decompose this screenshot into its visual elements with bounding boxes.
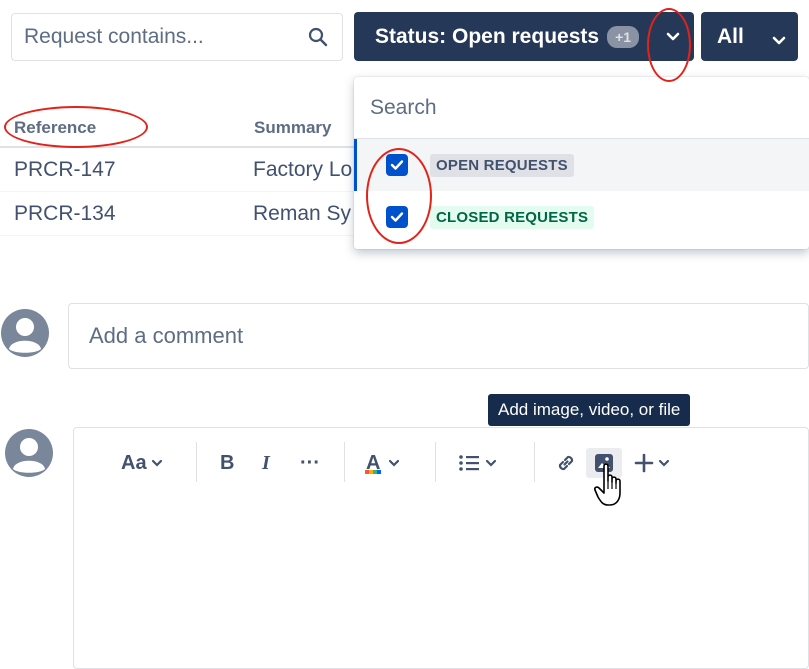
color-bar-icon <box>365 469 381 474</box>
insert-button[interactable] <box>634 448 670 478</box>
checkbox-checked-icon[interactable] <box>386 154 408 176</box>
text-color-button[interactable]: A <box>365 448 400 478</box>
status-filter-label: Status: Open requests <box>375 24 600 48</box>
text-style-button[interactable]: Aa <box>121 448 163 478</box>
status-count-badge: +1 <box>607 25 640 48</box>
chevron-down-icon <box>151 459 162 467</box>
bold-button[interactable]: B <box>220 448 234 478</box>
list-button[interactable] <box>458 448 497 478</box>
all-filter-button[interactable]: All <box>701 12 798 61</box>
avatar-icon <box>4 428 54 478</box>
more-formatting-button[interactable]: ··· <box>300 448 320 478</box>
avatar-icon <box>0 308 50 358</box>
row-summary[interactable]: Factory Lo <box>253 158 356 182</box>
chevron-down-icon <box>658 459 670 467</box>
chevron-down-icon <box>485 459 497 467</box>
request-search-input[interactable] <box>24 25 306 49</box>
toolbar-divider <box>534 442 535 482</box>
link-button[interactable] <box>554 448 578 478</box>
chevron-down-icon <box>772 28 786 52</box>
link-icon <box>558 455 574 471</box>
row-reference[interactable]: PRCR-134 <box>14 202 116 226</box>
dropdown-search-input[interactable] <box>370 95 809 120</box>
option-open-requests[interactable]: OPEN REQUESTS <box>354 139 809 191</box>
dropdown-search[interactable] <box>354 77 809 139</box>
add-comment-placeholder: Add a comment <box>89 323 244 348</box>
chevron-down-icon <box>389 459 400 467</box>
add-comment-field[interactable]: Add a comment <box>68 303 809 369</box>
status-dropdown: OPEN REQUESTS CLOSED REQUESTS <box>354 77 809 249</box>
toolbar-divider <box>435 442 436 482</box>
column-header-reference[interactable]: Reference <box>14 118 96 138</box>
row-summary[interactable]: Reman Sy <box>253 202 356 226</box>
toolbar-divider <box>196 442 197 482</box>
table-header: Reference Summary <box>0 108 356 148</box>
editor-toolbar: Aa B I ··· A <box>74 428 808 498</box>
requests-table: Reference Summary PRCR-147 Factory Lo PR… <box>0 108 356 236</box>
column-header-summary[interactable]: Summary <box>254 118 331 138</box>
comment-editor[interactable]: Aa B I ··· A <box>73 427 809 669</box>
hand-cursor-icon <box>593 462 627 513</box>
all-filter-label: All <box>717 24 744 48</box>
row-reference[interactable]: PRCR-147 <box>14 158 116 182</box>
search-icon[interactable] <box>306 25 330 49</box>
closed-requests-lozenge: CLOSED REQUESTS <box>430 205 595 229</box>
chevron-down-icon[interactable] <box>658 20 688 54</box>
request-search-box[interactable] <box>11 13 343 61</box>
checkbox-checked-icon[interactable] <box>386 206 408 228</box>
tooltip-text: Add image, video, or file <box>498 400 681 419</box>
status-filter-button[interactable]: Status: Open requests +1 <box>354 12 694 61</box>
table-row[interactable]: PRCR-147 Factory Lo <box>0 148 356 192</box>
add-image-tooltip: Add image, video, or file <box>488 394 691 426</box>
plus-icon <box>634 453 654 473</box>
toolbar-divider <box>344 442 345 482</box>
option-closed-requests[interactable]: CLOSED REQUESTS <box>354 191 809 243</box>
table-row[interactable]: PRCR-134 Reman Sy <box>0 192 356 236</box>
bold-label: B <box>220 451 235 474</box>
italic-label: I <box>262 451 270 474</box>
italic-button[interactable]: I <box>262 448 270 478</box>
open-requests-lozenge: OPEN REQUESTS <box>430 153 574 177</box>
more-formatting-label: ··· <box>300 451 320 474</box>
text-style-label: Aa <box>121 451 147 474</box>
bullet-list-icon <box>459 455 479 471</box>
